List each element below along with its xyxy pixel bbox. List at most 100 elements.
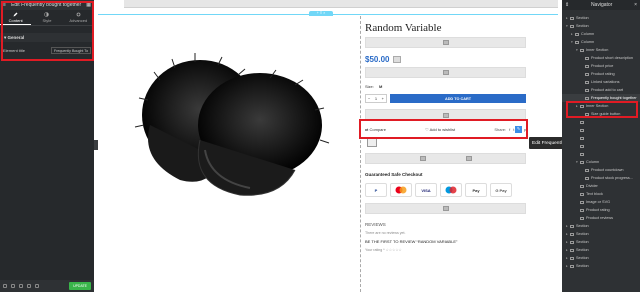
widget-placeholder[interactable]	[365, 203, 526, 214]
element-icon	[570, 240, 574, 244]
navigator-item[interactable]	[562, 142, 640, 150]
navigator-item[interactable]: ▾ Column	[562, 158, 640, 166]
navigator-item[interactable]: Text block	[562, 190, 640, 198]
navigator-item-label: Section	[576, 240, 589, 244]
history-icon[interactable]	[19, 284, 23, 288]
navigator-item[interactable]: Product price	[562, 62, 640, 70]
close-icon[interactable]: ×	[634, 2, 637, 8]
navigator-item-label: Section	[576, 256, 589, 260]
responsive-icon[interactable]	[27, 284, 31, 288]
rating-label: Your rating * ☆☆☆☆☆	[365, 248, 402, 252]
navigator-item[interactable]: ▸ Section	[562, 230, 640, 238]
navigator-item[interactable]: Product add to cart	[562, 86, 640, 94]
element-icon	[575, 40, 579, 44]
navigator-item[interactable]	[562, 118, 640, 126]
element-icon	[570, 248, 574, 252]
navigator-item-label: Text block	[586, 192, 603, 196]
preview-icon[interactable]	[35, 284, 39, 288]
element-icon	[580, 200, 584, 204]
navigator-item[interactable]: ▸ Column	[562, 30, 640, 38]
navigator-item[interactable]: Image or SVG	[562, 198, 640, 206]
edit-widget-icon[interactable]	[367, 138, 377, 147]
element-icon	[580, 48, 584, 52]
navigator-item[interactable]: ▸ Section	[562, 14, 640, 22]
product-summary-column: Random Variable $50.00 Size: M − 1 + ADD…	[360, 16, 530, 292]
navigator-item[interactable]: ▸ Section	[562, 254, 640, 262]
navigator-item[interactable]: Product countdown	[562, 166, 640, 174]
visa-icon: VISA	[415, 183, 437, 197]
navigator-item[interactable]: ▾ Section	[562, 22, 640, 30]
settings-icon[interactable]	[3, 284, 7, 288]
navigator-item-label: Section	[576, 232, 589, 236]
navigator-item[interactable]: Product short description	[562, 54, 640, 62]
widget-placeholder[interactable]	[365, 37, 526, 48]
no-reviews-text: There are no reviews yet.	[365, 231, 406, 235]
navigator-item[interactable]	[562, 134, 640, 142]
add-to-cart-button[interactable]: ADD TO CART	[390, 94, 526, 103]
navigator-item[interactable]	[562, 126, 640, 134]
navigator-item[interactable]: Product stock progress...	[562, 174, 640, 182]
navigator-item-label: Section	[576, 224, 589, 228]
mastercard-icon	[390, 183, 412, 197]
size-selector[interactable]: Size: M	[365, 84, 530, 89]
element-icon	[570, 24, 574, 28]
highlight-navigator-box	[566, 101, 638, 118]
quantity-stepper[interactable]: − 1 +	[365, 94, 387, 103]
google-pay-icon: G Pay	[490, 183, 512, 197]
paypal-icon: P	[365, 183, 387, 197]
quantity-value: 1	[374, 96, 378, 101]
element-icon	[585, 168, 589, 172]
element-icon	[580, 128, 584, 132]
navigator-panel: ⇕ Navigator × ▸ Section ▾ Section ▸ Column ▾ Co…	[562, 0, 640, 292]
element-icon	[585, 80, 589, 84]
element-icon	[585, 72, 589, 76]
element-icon	[570, 232, 574, 236]
preview-canvas: + ⠿ × Random Variable $50.00 Size: M − 1…	[98, 0, 640, 292]
navigator-item[interactable]: ▾ Inner Section	[562, 46, 640, 54]
payment-icons: P VISA Pay G Pay	[365, 183, 526, 197]
reviews-title: REVIEWS	[365, 222, 386, 227]
navigator-item[interactable]: ▸ Section	[562, 222, 640, 230]
element-icon	[580, 120, 584, 124]
apple-pay-icon: Pay	[465, 183, 487, 197]
navigator-item-label: Linked variations	[591, 80, 620, 84]
navigator-item-label: Product short description	[591, 56, 633, 60]
product-title: Random Variable	[365, 22, 442, 34]
edit-widget-button[interactable]: ✎	[515, 126, 522, 133]
navigator-header: ⇕ Navigator ×	[562, 0, 640, 10]
minus-icon[interactable]: −	[368, 96, 370, 101]
element-icon	[570, 224, 574, 228]
element-icon	[585, 96, 589, 100]
navigator-item[interactable]: Product reviews	[562, 214, 640, 222]
size-value[interactable]: M	[379, 84, 382, 89]
navigator-item-label: Divider	[586, 184, 598, 188]
navigator-item-label: Product rating	[591, 72, 615, 76]
element-icon	[580, 192, 584, 196]
navigator-item[interactable]: Divider	[562, 182, 640, 190]
plus-icon[interactable]: +	[382, 96, 384, 101]
maestro-icon	[440, 183, 462, 197]
navigator-item[interactable]: ▸ Section	[562, 238, 640, 246]
navigator-item[interactable]: ▾ Column	[562, 38, 640, 46]
navigator-item[interactable]: Product rating	[562, 70, 640, 78]
navigator-item-label: Section	[576, 16, 589, 20]
layers-icon[interactable]	[11, 284, 15, 288]
navigator-item-label: Product countdown	[591, 168, 624, 172]
navigator-item-label: Column	[581, 32, 595, 36]
element-icon	[585, 176, 589, 180]
element-icon	[585, 88, 589, 92]
section-handle[interactable]: + ⠿ ×	[309, 11, 333, 16]
widget-placeholder[interactable]	[365, 67, 526, 78]
navigator-item[interactable]: ▸ Section	[562, 246, 640, 254]
navigator-item-label: Image or SVG	[586, 200, 611, 204]
navigator-item[interactable]: Product rating	[562, 206, 640, 214]
element-icon	[580, 160, 584, 164]
widget-placeholder[interactable]	[365, 153, 526, 164]
navigator-item[interactable]	[562, 150, 640, 158]
navigator-item-label: Frequently bought together	[591, 96, 637, 100]
update-button[interactable]: UPDATE	[69, 282, 91, 290]
navigator-item[interactable]: Linked variations	[562, 78, 640, 86]
product-image	[134, 53, 330, 196]
navigator-item[interactable]: ▸ Section	[562, 262, 640, 270]
editor-footer: UPDATE	[0, 280, 94, 292]
